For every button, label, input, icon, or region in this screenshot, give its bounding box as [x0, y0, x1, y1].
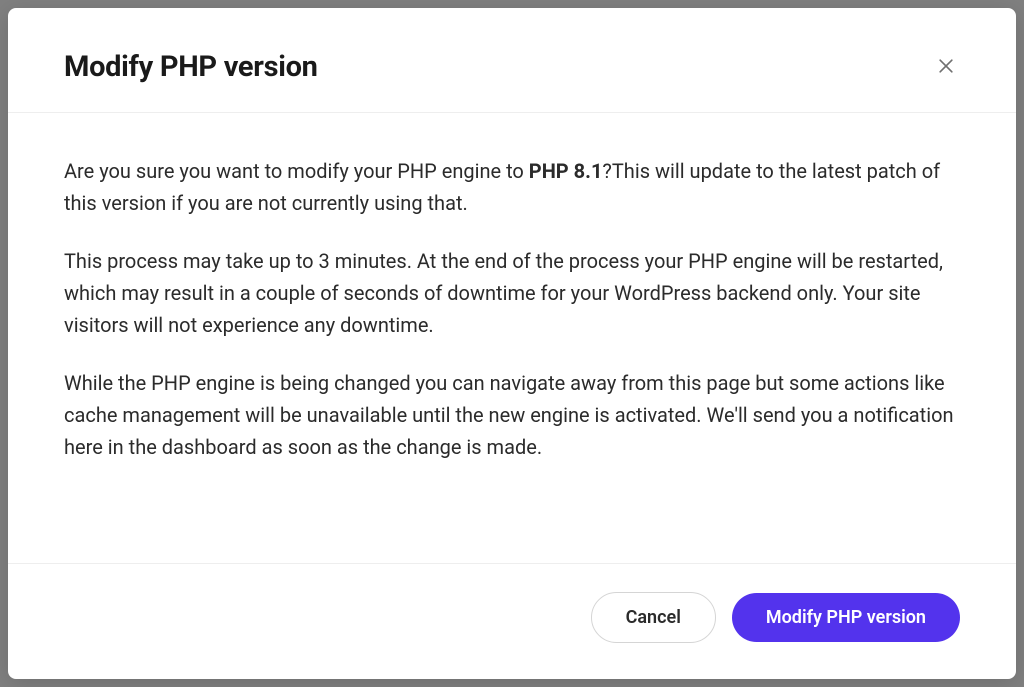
modal-overlay: Modify PHP version Are you sure you want…: [0, 0, 1024, 687]
modal-footer: Cancel Modify PHP version: [8, 563, 1016, 679]
close-icon: [936, 56, 956, 79]
php-version-text: PHP 8.1: [529, 159, 603, 183]
modal-body: Are you sure you want to modify your PHP…: [8, 113, 1016, 563]
close-button[interactable]: [932, 52, 960, 83]
navigation-paragraph: While the PHP engine is being changed yo…: [64, 367, 960, 463]
modal-header: Modify PHP version: [8, 8, 1016, 113]
process-paragraph: This process may take up to 3 minutes. A…: [64, 245, 960, 341]
modal-title: Modify PHP version: [64, 50, 318, 84]
cancel-button[interactable]: Cancel: [591, 592, 716, 643]
modify-php-modal: Modify PHP version Are you sure you want…: [8, 8, 1016, 679]
confirm-paragraph: Are you sure you want to modify your PHP…: [64, 155, 960, 219]
confirm-button[interactable]: Modify PHP version: [732, 593, 960, 642]
confirm-prefix: Are you sure you want to modify your PHP…: [64, 159, 529, 183]
